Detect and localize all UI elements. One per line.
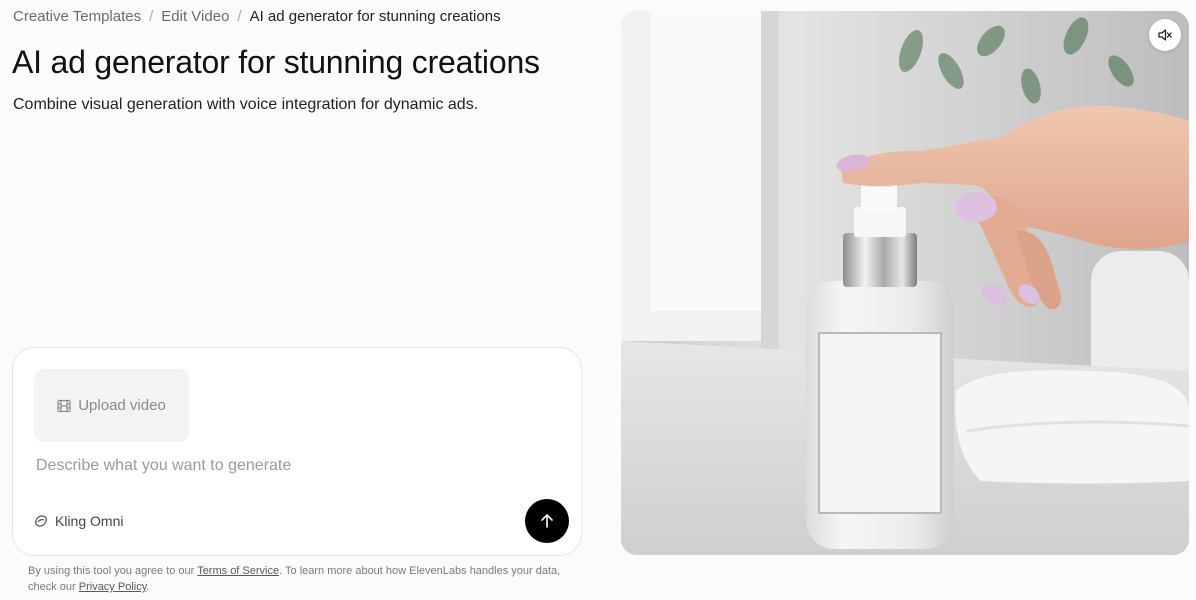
model-selector[interactable]: Kling Omni (33, 511, 123, 531)
prompt-card: Upload video Kling Omni (12, 347, 582, 556)
breadcrumb: Creative Templates / Edit Video / AI ad … (13, 8, 501, 26)
breadcrumb-separator: / (237, 8, 242, 25)
disclaimer-suffix: . (146, 581, 150, 593)
speaker-muted-icon (1157, 27, 1173, 43)
arrow-up-icon (539, 513, 555, 529)
kling-logo-icon (33, 513, 49, 529)
page-title: AI ad generator for stunning creations (12, 44, 540, 80)
breadcrumb-separator: / (149, 8, 154, 25)
breadcrumb-creative-templates[interactable]: Creative Templates (13, 8, 141, 26)
prompt-input[interactable] (36, 454, 516, 478)
preview-image (621, 11, 1189, 555)
terms-disclaimer: By using this tool you agree to our Term… (28, 563, 568, 595)
terms-of-service-link[interactable]: Terms of Service (197, 565, 279, 577)
film-icon (57, 399, 71, 413)
page-subtitle: Combine visual generation with voice int… (13, 96, 479, 113)
upload-video-button[interactable]: Upload video (34, 369, 189, 442)
video-preview[interactable] (621, 11, 1189, 555)
send-button[interactable] (525, 499, 569, 543)
mute-button[interactable] (1149, 19, 1181, 51)
disclaimer-prefix: By using this tool you agree to our (28, 565, 198, 577)
model-label: Kling Omni (55, 513, 124, 529)
breadcrumb-current-page: AI ad generator for stunning creations (249, 8, 501, 25)
upload-video-label: Upload video (78, 397, 166, 414)
privacy-policy-link[interactable]: Privacy Policy (79, 581, 147, 593)
breadcrumb-edit-video[interactable]: Edit Video (161, 8, 229, 26)
